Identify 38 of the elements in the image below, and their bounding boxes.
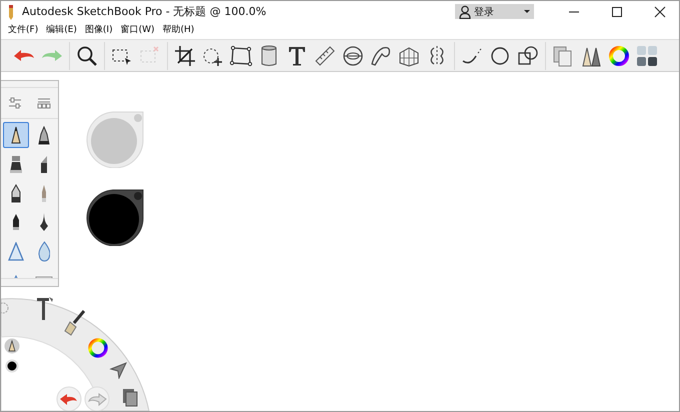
ellipse-guide-icon [341, 44, 365, 68]
brush-icon [11, 126, 21, 144]
window-title: Autodesk SketchBook Pro - 无标题 @ 100.0% [22, 4, 266, 19]
distort-icon [229, 44, 253, 68]
sliders-icon[interactable] [8, 97, 22, 109]
maximize-icon[interactable] [611, 6, 623, 18]
pencil-icon[interactable] [4, 338, 20, 354]
menu-item[interactable]: 文件(F) [5, 23, 42, 36]
layout-icon[interactable] [36, 97, 51, 109]
caret-icon [524, 10, 530, 14]
zoom-icon [75, 44, 99, 68]
account-dropdown[interactable]: 登录 [455, 4, 534, 19]
brush-icon [41, 184, 47, 202]
color-dot-icon[interactable] [5, 359, 19, 373]
brush-icon [40, 154, 48, 174]
menu-item[interactable]: 编辑(E) [43, 23, 80, 36]
menu-item[interactable]: 图像(I) [82, 23, 116, 36]
undo-arrow-icon[interactable] [56, 386, 82, 411]
brush-icon [38, 126, 50, 144]
layers-icon[interactable] [121, 387, 139, 407]
arrow-cursor-icon[interactable] [109, 361, 127, 379]
menu-item[interactable]: 窗口(W) [118, 23, 158, 36]
brush-icon [12, 213, 20, 231]
brush-icon [11, 184, 21, 202]
close-icon[interactable] [654, 6, 666, 18]
menu-item[interactable]: 帮助(H) [160, 23, 198, 36]
color-wheel-icon [607, 44, 631, 68]
shapes-icon [516, 44, 540, 68]
tools-icon[interactable] [34, 294, 54, 322]
brush-icon [9, 154, 23, 174]
color-wheel-icon[interactable] [87, 337, 109, 359]
brush-icon [8, 242, 24, 260]
brush-tool[interactable] [3, 122, 29, 148]
ruler-icon [313, 44, 337, 68]
brush-icon [38, 240, 50, 262]
crop-icon [173, 44, 197, 68]
user-icon [459, 4, 471, 18]
swatch-grid-icon [635, 44, 659, 68]
